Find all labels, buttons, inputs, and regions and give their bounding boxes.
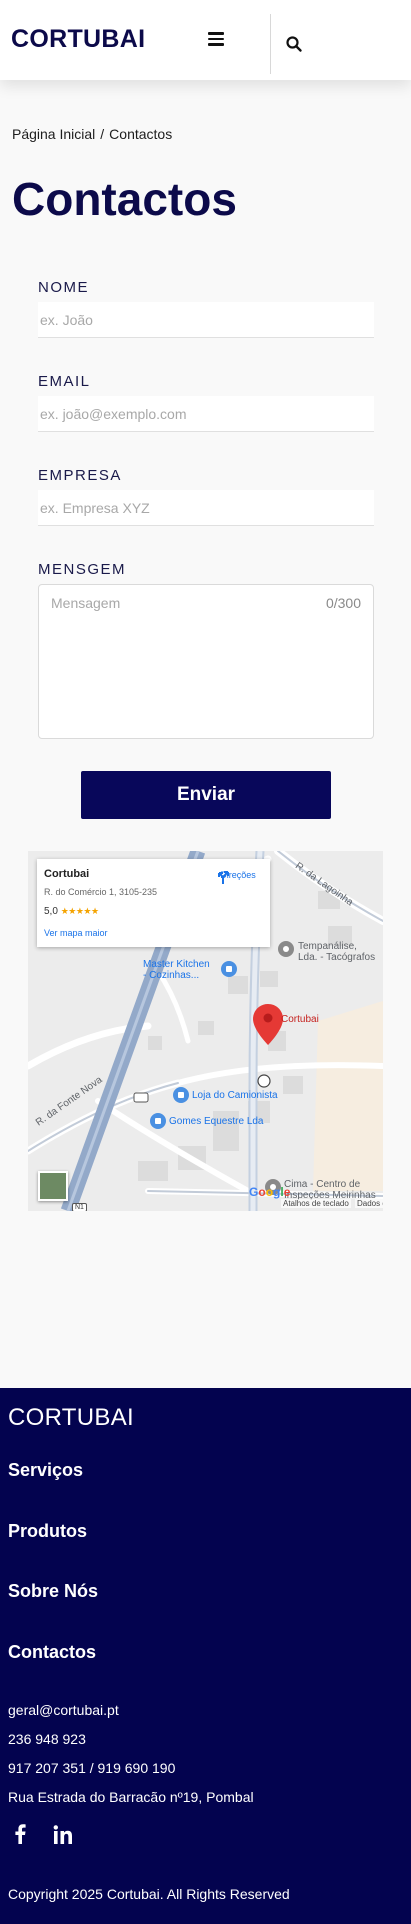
footer-nav-sobre-nos[interactable]: Sobre Nós xyxy=(8,1581,98,1602)
google-logo: Google xyxy=(249,1185,291,1199)
directions-icon xyxy=(218,871,229,884)
road-code-label: N1 xyxy=(72,1203,87,1211)
linkedin-icon[interactable] xyxy=(53,1825,73,1850)
breadcrumb: Página Inicial / Contactos xyxy=(12,126,172,142)
map-data-link[interactable]: Dados d xyxy=(355,1199,383,1208)
footer-nav-servicos[interactable]: Serviços xyxy=(8,1460,83,1481)
name-label: NOME xyxy=(38,279,89,296)
footer-copyright: Copyright 2025 Cortubai. All Rights Rese… xyxy=(8,1886,290,1902)
map-keyboard-shortcuts-link[interactable]: Atalhos de teclado xyxy=(281,1199,351,1208)
message-textarea[interactable] xyxy=(39,585,373,738)
site-footer: CORTUBAI Serviços Produtos Sobre Nós Con… xyxy=(0,1388,411,1924)
rating-value: 5,0 xyxy=(44,906,58,917)
footer-nav-produtos[interactable]: Produtos xyxy=(8,1521,87,1542)
place-card-rating: 5,0 ★★★★★ xyxy=(44,906,99,917)
search-icon[interactable] xyxy=(285,35,303,53)
message-label: MENSGEM xyxy=(38,561,127,578)
map-label-master-kitchen: Master Kitchen - Cozinhas... xyxy=(143,959,210,981)
submit-button[interactable]: Enviar xyxy=(81,771,331,819)
email-input[interactable] xyxy=(38,396,374,432)
footer-email[interactable]: geral@cortubai.pt xyxy=(8,1702,119,1718)
place-card-title: Cortubai xyxy=(44,868,90,880)
map-place-card: Cortubai R. do Comércio 1, 3105-235 5,0 … xyxy=(37,859,270,947)
directions-button[interactable]: Direções xyxy=(214,868,262,884)
site-header: CORTUBAI xyxy=(0,0,411,80)
footer-nav-contactos[interactable]: Contactos xyxy=(8,1642,96,1663)
breadcrumb-separator: / xyxy=(100,126,105,142)
company-label: EMPRESA xyxy=(38,467,122,484)
map-label-cima: Cima - Centro de Inspeções Meirinhas xyxy=(284,1179,376,1201)
email-label: EMAIL xyxy=(38,373,91,390)
footer-logo[interactable]: CORTUBAI xyxy=(8,1404,134,1432)
header-divider xyxy=(270,14,271,74)
poi-tempanalise-marker xyxy=(278,941,294,957)
breadcrumb-current: Contactos xyxy=(109,126,173,142)
poi-loja-marker xyxy=(173,1087,189,1103)
rating-stars-icon: ★★★★★ xyxy=(60,906,99,916)
poi-gomes-marker xyxy=(150,1113,166,1129)
hamburger-menu-icon[interactable] xyxy=(208,32,224,46)
map-label-tempanalise: Tempanálise, Lda. - Tacógrafos xyxy=(298,941,376,963)
footer-phone[interactable]: 236 948 923 xyxy=(8,1731,86,1747)
view-larger-map-link[interactable]: Ver mapa maior xyxy=(44,928,108,938)
page-title: Contactos xyxy=(12,173,237,225)
poi-master-kitchen-marker xyxy=(221,961,237,977)
company-input[interactable] xyxy=(38,490,374,526)
footer-address: Rua Estrada do Barracão nº19, Pombal xyxy=(8,1789,254,1805)
map-label-loja-camionista: Loja do Camionista xyxy=(192,1090,278,1101)
map-pin-label: Cortubai xyxy=(281,1014,319,1025)
map-label-gomes-equestre: Gomes Equestre Lda xyxy=(169,1116,264,1127)
facebook-icon[interactable] xyxy=(14,1824,26,1849)
embedded-map[interactable]: Cortubai R. do Comércio 1, 3105-235 5,0 … xyxy=(28,851,383,1211)
place-card-address: R. do Comércio 1, 3105-235 xyxy=(44,887,158,897)
breadcrumb-home-link[interactable]: Página Inicial xyxy=(12,126,95,142)
message-field: 0/300 xyxy=(38,584,374,739)
name-input[interactable] xyxy=(38,302,374,338)
footer-mobile[interactable]: 917 207 351 / 919 690 190 xyxy=(8,1760,175,1776)
site-logo[interactable]: CORTUBAI xyxy=(11,25,145,54)
map-satellite-thumbnail[interactable] xyxy=(38,1171,68,1201)
message-char-counter: 0/300 xyxy=(325,595,361,611)
